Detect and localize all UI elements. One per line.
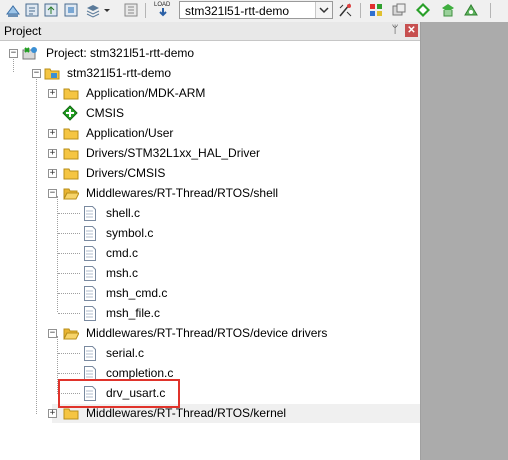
- file-label: serial.c: [106, 346, 145, 360]
- target-icon: [44, 66, 60, 80]
- folder-icon: [63, 86, 79, 100]
- tree-file[interactable]: serial.c: [0, 343, 420, 363]
- collapse-icon[interactable]: −: [9, 49, 18, 58]
- group-label: Middlewares/RT-Thread/RTOS/shell: [86, 186, 279, 200]
- panel-title: Project: [4, 24, 42, 38]
- file-icon: [84, 306, 96, 321]
- pack-installer-icon[interactable]: [391, 2, 407, 18]
- load-icon[interactable]: LOAD: [152, 0, 174, 18]
- group-label: Middlewares/RT-Thread/RTOS/device driver…: [86, 326, 328, 340]
- target-select[interactable]: stm321l51-rtt-demo: [179, 1, 333, 19]
- svg-text:LOAD: LOAD: [154, 2, 171, 8]
- folder-open-icon: [63, 186, 80, 200]
- file-label: symbol.c: [106, 226, 154, 240]
- layers-icon[interactable]: [85, 2, 101, 18]
- file-label: msh_cmd.c: [106, 286, 168, 300]
- panel-header: Project ᛘ ✕: [0, 22, 420, 41]
- file-icon: [84, 226, 96, 241]
- expand-icon[interactable]: +: [48, 89, 57, 98]
- tree-group-mw-shell[interactable]: − Middlewares/RT-Thread/RTOS/shell: [0, 183, 420, 203]
- tree-file[interactable]: symbol.c: [0, 223, 420, 243]
- folder-open-icon: [63, 326, 80, 340]
- expand-icon[interactable]: +: [48, 129, 57, 138]
- close-icon[interactable]: ✕: [405, 24, 418, 37]
- highlight-box: [58, 379, 180, 408]
- tree-group-cmsis[interactable]: CMSIS: [0, 103, 420, 123]
- tree-file[interactable]: msh.c: [0, 263, 420, 283]
- file-label: shell.c: [106, 206, 141, 220]
- component-icon[interactable]: [463, 2, 479, 18]
- file-icon: [84, 246, 96, 261]
- tree-group-application-mdk-arm[interactable]: + Application/MDK-ARM: [0, 83, 420, 103]
- collapse-icon[interactable]: −: [48, 329, 57, 338]
- runtime-env-icon[interactable]: [440, 2, 456, 18]
- file-label: msh_file.c: [106, 306, 161, 320]
- tree-group-mw-device-drivers[interactable]: − Middlewares/RT-Thread/RTOS/device driv…: [0, 323, 420, 343]
- editor-area: [421, 22, 508, 460]
- target-select-value: stm321l51-rtt-demo: [185, 4, 290, 18]
- file-icon: [84, 206, 96, 221]
- file-label: msh.c: [106, 266, 139, 280]
- expand-icon[interactable]: +: [48, 149, 57, 158]
- folder-icon: [63, 126, 79, 140]
- toolbar-separator: [490, 3, 491, 18]
- build-icon[interactable]: [24, 2, 40, 18]
- manage-components-icon[interactable]: [368, 2, 384, 18]
- translate-icon[interactable]: [5, 2, 21, 18]
- target-label: stm321l51-rtt-demo: [67, 66, 172, 80]
- project-label: Project: stm321l51-rtt-demo: [46, 46, 195, 60]
- group-label: Application/User: [86, 126, 174, 140]
- tree-file[interactable]: msh_cmd.c: [0, 283, 420, 303]
- collapse-icon[interactable]: −: [32, 69, 41, 78]
- expand-icon[interactable]: +: [48, 169, 57, 178]
- folder-icon: [63, 146, 79, 160]
- folder-icon: [63, 166, 79, 180]
- toolbar-separator: [360, 3, 361, 18]
- tree-node-project[interactable]: − Project: stm321l51-rtt-demo: [0, 43, 420, 63]
- download-icon[interactable]: [123, 2, 139, 18]
- rebuild-icon[interactable]: [43, 2, 59, 18]
- pin-icon[interactable]: ᛘ: [389, 24, 401, 37]
- file-icon: [84, 346, 96, 361]
- group-label: Drivers/CMSIS: [86, 166, 166, 180]
- group-label: Application/MDK-ARM: [86, 86, 206, 100]
- tree-group-drivers-hal[interactable]: + Drivers/STM32L1xx_HAL_Driver: [0, 143, 420, 163]
- dropdown-arrow-icon[interactable]: [103, 2, 111, 18]
- folder-icon: [63, 406, 79, 420]
- batch-build-icon[interactable]: [63, 2, 79, 18]
- file-label: cmd.c: [106, 246, 139, 260]
- target-options-icon[interactable]: [337, 2, 353, 18]
- expand-icon[interactable]: +: [48, 409, 57, 418]
- chevron-down-icon[interactable]: [315, 2, 332, 18]
- tree-group-drivers-cmsis[interactable]: + Drivers/CMSIS: [0, 163, 420, 183]
- tree-group-application-user[interactable]: + Application/User: [0, 123, 420, 143]
- collapse-icon[interactable]: −: [48, 189, 57, 198]
- group-label: CMSIS: [86, 106, 125, 120]
- toolbar: LOAD stm321l51-rtt-demo: [0, 0, 508, 23]
- tree-file[interactable]: msh_file.c: [0, 303, 420, 323]
- tree-file[interactable]: shell.c: [0, 203, 420, 223]
- tree-file[interactable]: cmd.c: [0, 243, 420, 263]
- file-icon: [84, 286, 96, 301]
- tree-node-target[interactable]: − stm321l51-rtt-demo: [0, 63, 420, 83]
- cmsis-diamond-icon: [62, 105, 78, 121]
- project-icon: [22, 45, 38, 60]
- select-packs-icon[interactable]: [415, 2, 431, 18]
- toolbar-separator: [145, 3, 146, 18]
- file-icon: [84, 266, 96, 281]
- group-label: Drivers/STM32L1xx_HAL_Driver: [86, 146, 261, 160]
